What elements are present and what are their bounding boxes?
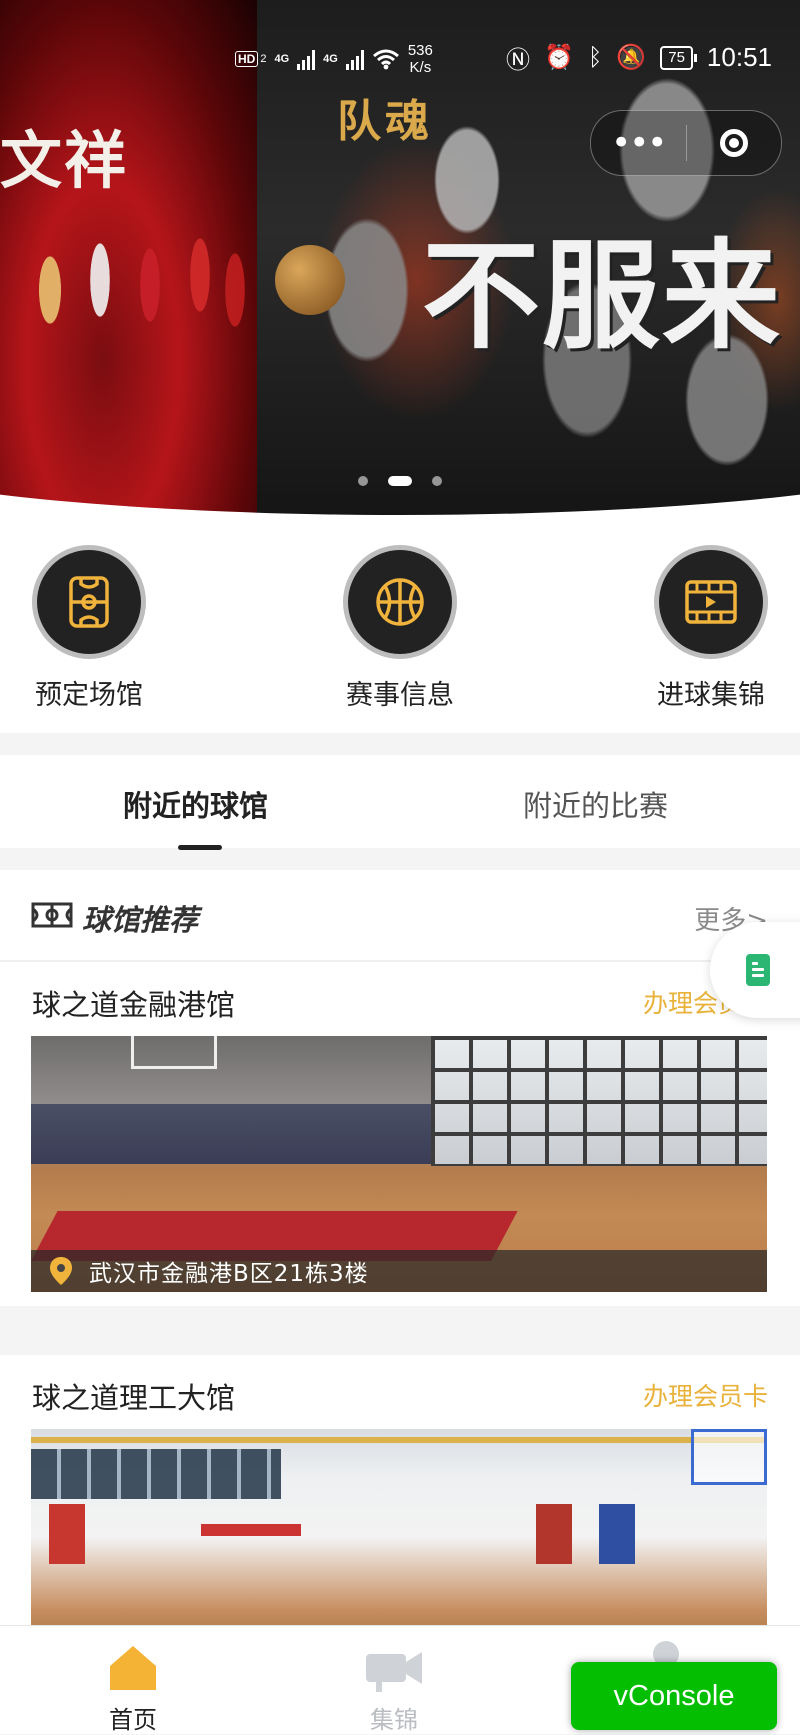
quick-nav: 预定场馆 赛事信息 进球集锦 xyxy=(0,515,800,733)
tab-home[interactable]: 首页 xyxy=(73,1644,193,1735)
hd-sub: 2 xyxy=(260,53,267,65)
basketball-icon xyxy=(376,578,424,626)
floating-doc-button[interactable] xyxy=(710,922,800,1018)
speed-value: 536 xyxy=(407,42,433,59)
venue-card[interactable]: 球之道理工大馆 办理会员卡 xyxy=(0,1355,800,1625)
photo-windows xyxy=(431,1036,767,1166)
quick-nav-label: 赛事信息 xyxy=(346,680,454,711)
bluetooth-icon: ᛒ xyxy=(587,43,603,71)
court-icon xyxy=(69,576,109,628)
photo-pipe xyxy=(31,1437,767,1443)
home-icon xyxy=(110,1646,156,1690)
clock: 10:51 xyxy=(706,42,772,72)
photo-wall xyxy=(31,1104,431,1164)
venue-photo[interactable]: 武汉市金融港B区21栋3楼 xyxy=(31,1036,767,1292)
close-circle-icon xyxy=(719,129,748,157)
carousel-dot-active xyxy=(388,475,412,486)
quick-nav-book-venue[interactable]: 预定场馆 xyxy=(19,545,159,712)
signal-icon-2 xyxy=(345,48,364,70)
photo-poster xyxy=(49,1504,85,1564)
quick-nav-highlights[interactable]: 进球集锦 xyxy=(641,545,781,712)
active-tab-indicator xyxy=(178,845,222,850)
venue-card[interactable]: 球之道金融港馆 办理会员卡 武汉市金融港B区21栋3楼 xyxy=(0,962,800,1306)
photo-backboard xyxy=(691,1429,767,1485)
signal-label-1: 4G xyxy=(274,53,290,65)
network-speed: 536 K/s xyxy=(408,42,433,76)
mute-icon: 🔕 xyxy=(616,44,647,71)
photo-hoop xyxy=(131,1036,217,1069)
carousel-dot xyxy=(432,475,442,486)
photo-banner xyxy=(201,1524,301,1536)
quick-nav-icon-circle xyxy=(654,545,768,659)
venue-photo[interactable] xyxy=(31,1429,767,1625)
tab-nearby-matches[interactable]: 附近的比赛 xyxy=(523,783,668,825)
wifi-icon xyxy=(372,49,399,70)
video-icon xyxy=(685,580,737,624)
left-poster-text: 文祥 xyxy=(0,124,129,197)
tab-home-label: 首页 xyxy=(109,1706,157,1734)
close-miniprogram-button[interactable] xyxy=(687,129,782,157)
speed-unit: K/s xyxy=(409,59,432,76)
tab-highlights[interactable]: 集锦 xyxy=(334,1644,454,1735)
hd-badge: HD xyxy=(235,51,259,67)
battery-icon: 75 xyxy=(660,45,697,70)
signal-icon xyxy=(297,48,316,70)
venue-recommend-header: 球馆推荐 更多> xyxy=(0,870,800,962)
alarm-icon: ⏰ xyxy=(544,44,574,71)
section-title: 球馆推荐 xyxy=(82,903,199,937)
signal-label-2: 4G xyxy=(323,53,338,65)
venue-match-tabs: 附近的球馆 附近的比赛 xyxy=(0,755,800,850)
vconsole-button[interactable]: vConsole xyxy=(571,1662,777,1730)
photo-windows xyxy=(31,1449,281,1499)
address-bar: 武汉市金融港B区21栋3楼 xyxy=(31,1250,767,1292)
basketball-graphic xyxy=(275,245,345,315)
status-bar: HD 2 4G 4G 536 K/s Ⓝ ⏰ ᛒ 🔕 75 10:51 xyxy=(0,0,800,110)
membership-card-link[interactable]: 办理会员卡 xyxy=(643,1377,768,1413)
quick-nav-label: 预定场馆 xyxy=(35,680,143,711)
quick-nav-icon-circle xyxy=(32,545,146,659)
photo-poster xyxy=(536,1504,572,1564)
quick-nav-match-info[interactable]: 赛事信息 xyxy=(330,545,470,712)
miniprogram-capsule: ••• xyxy=(590,110,782,176)
players-illustration xyxy=(10,210,250,410)
more-menu-button[interactable]: ••• xyxy=(591,126,686,160)
carousel-indicator xyxy=(0,470,800,489)
venue-name: 球之道理工大馆 xyxy=(32,1381,236,1415)
video-camera-icon xyxy=(366,1652,422,1692)
quick-nav-icon-circle xyxy=(343,545,457,659)
photo-poster xyxy=(599,1504,635,1564)
carousel-dot xyxy=(358,475,368,486)
quick-nav-label: 进球集锦 xyxy=(657,680,765,711)
tab-nearby-venues[interactable]: 附近的球馆 xyxy=(123,783,268,825)
venue-address: 武汉市金融港B区21栋3楼 xyxy=(89,1261,369,1287)
tab-highlights-label: 集锦 xyxy=(370,1706,418,1734)
poster-headline: 不服来 xyxy=(422,227,783,365)
venue-name: 球之道金融港馆 xyxy=(32,988,236,1022)
location-pin-icon xyxy=(50,1257,72,1285)
court-mini-icon xyxy=(31,902,73,928)
document-icon xyxy=(746,954,770,986)
nfc-icon: Ⓝ xyxy=(506,47,531,74)
